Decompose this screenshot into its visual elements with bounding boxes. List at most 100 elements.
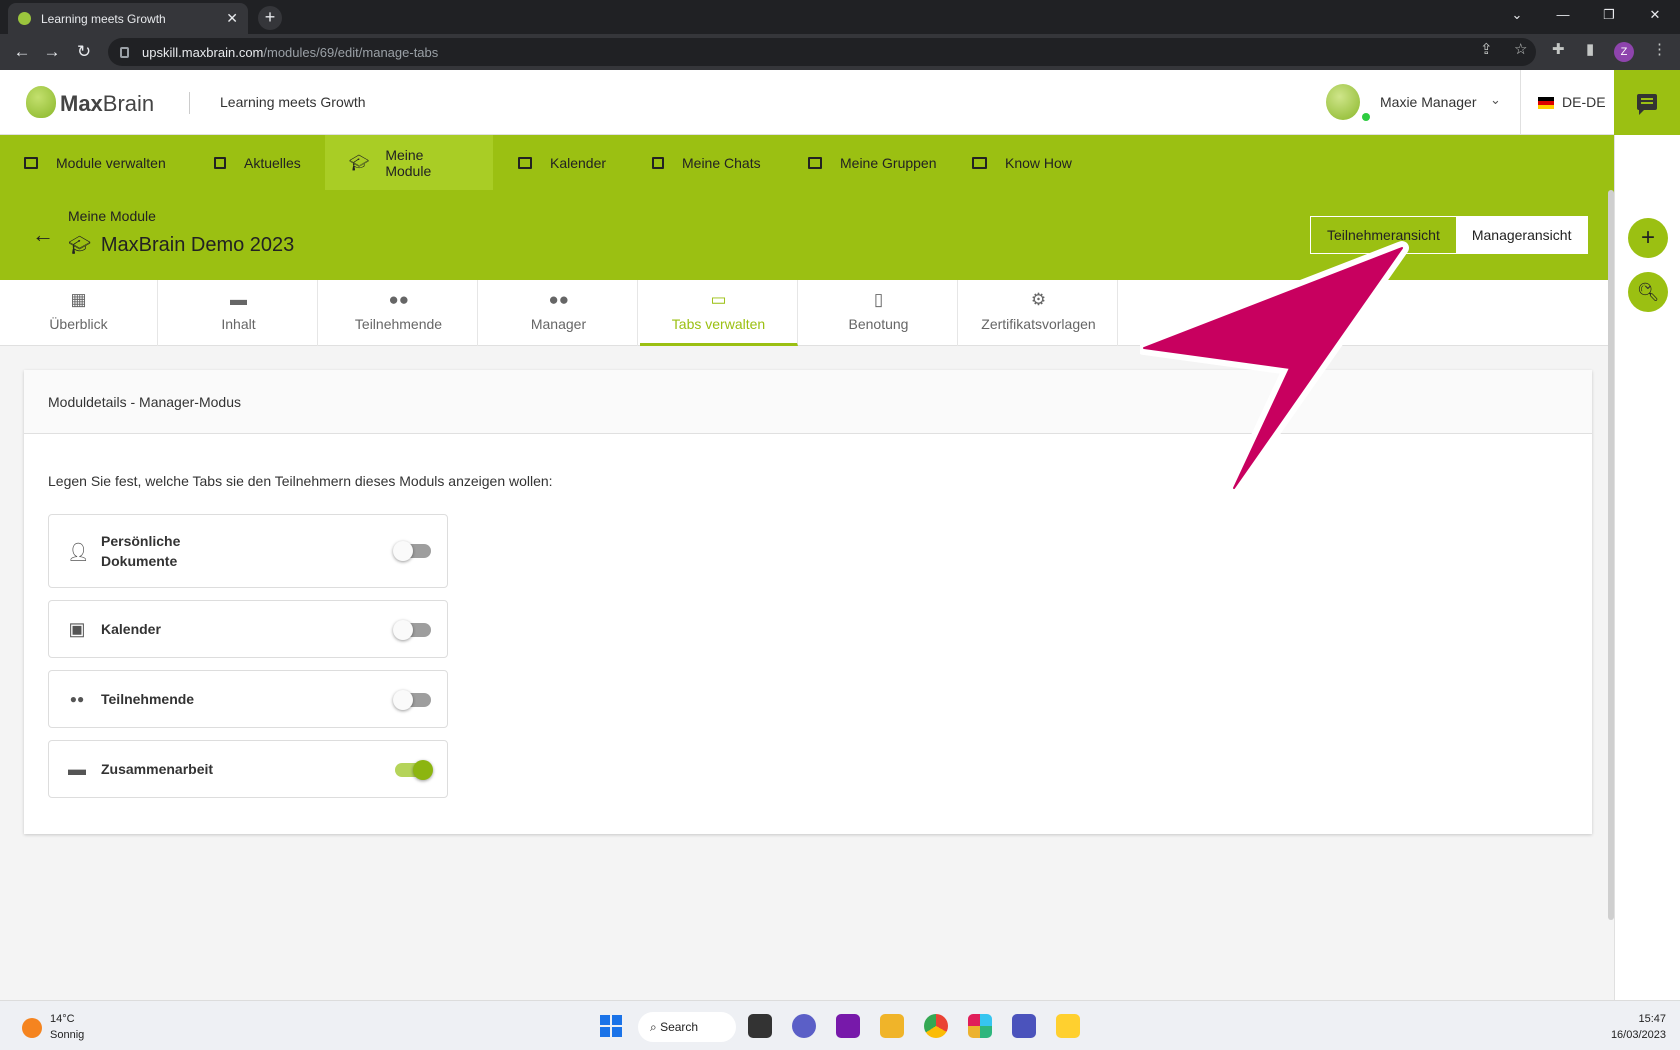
divider (1520, 70, 1521, 135)
toggle-row-teilnehmende: ●● Teilnehmende (48, 670, 448, 728)
chevron-down-icon[interactable]: ⌄ (1642, 276, 1654, 293)
app-header: MaxBrain Learning meets Growth Maxie Man… (0, 70, 1614, 135)
extensions-icon[interactable]: ✚ (1552, 40, 1565, 58)
browser-tab-strip: Learning meets Growth ✕ + ⌄ — ❐ ✕ (0, 0, 1680, 34)
tabs-icon: ▭ (710, 290, 727, 309)
language-selector[interactable]: DE-DE (1562, 94, 1606, 110)
forward-icon[interactable]: → (40, 40, 64, 64)
toggle-switch[interactable] (393, 620, 431, 640)
chat-icon (1637, 94, 1657, 115)
brain-logo-icon[interactable] (26, 86, 56, 118)
miro-icon[interactable] (1056, 1014, 1080, 1038)
online-status-dot (1362, 113, 1370, 121)
url-path: /modules/69/edit/manage-tabs (263, 44, 439, 60)
system-clock[interactable]: 15:47 16/03/2023 (1602, 1011, 1666, 1043)
nav-item-aktuelles[interactable]: Aktuelles (214, 135, 301, 190)
manager-icon: ●● (548, 290, 570, 309)
bookmark-star-icon[interactable]: ☆ (1514, 40, 1527, 58)
share-icon[interactable]: ⇪ (1480, 40, 1493, 58)
nav-item-module-verwalten[interactable]: Module verwalten (24, 135, 186, 190)
restore-icon[interactable]: ❐ (1586, 0, 1632, 30)
toggle-switch[interactable] (395, 760, 433, 780)
chat-button[interactable] (1614, 70, 1680, 135)
book-icon (972, 156, 987, 169)
tab-tabs-verwalten[interactable]: ▭ Tabs verwalten (640, 280, 798, 346)
certificate-icon: ⚙ (1030, 290, 1047, 309)
toggle-row-kalender: ▣ Kalender (48, 600, 448, 658)
lock-icon (120, 46, 129, 58)
browser-tab[interactable]: Learning meets Growth ✕ (8, 3, 248, 34)
user-menu[interactable]: Maxie Manager (1380, 94, 1477, 110)
tagline: Learning meets Growth (220, 94, 366, 110)
menu-icon[interactable]: ⋮ (1652, 40, 1667, 58)
card-intro-text: Legen Sie fest, welche Tabs sie den Teil… (48, 473, 553, 489)
chevron-down-icon[interactable]: ⌄ (1490, 92, 1501, 108)
tab-manager[interactable]: ●● Manager (480, 280, 638, 346)
german-flag-icon[interactable] (1538, 97, 1554, 109)
main-navigation: Module verwalten Aktuelles 🎓︎ Meine Modu… (0, 135, 1614, 190)
logo-text[interactable]: MaxBrain (60, 91, 154, 117)
tab-teilnehmende[interactable]: ●● Teilnehmende (320, 280, 478, 346)
teams-icon[interactable] (1012, 1014, 1036, 1038)
task-view-icon[interactable] (748, 1014, 772, 1038)
groups-icon (808, 156, 822, 169)
minimize-icon[interactable]: — (1540, 0, 1586, 30)
toggle-row-persoenliche-dokumente: 👤︎ Persönliche Dokumente (48, 514, 448, 588)
close-tab-icon[interactable]: ✕ (226, 10, 238, 27)
toggle-row-zusammenarbeit: ▬ Zusammenarbeit (48, 740, 448, 798)
nav-item-know-how[interactable]: Know How (972, 135, 1072, 190)
profile-avatar[interactable]: Z (1614, 42, 1634, 62)
side-panel-icon[interactable]: ▮ (1586, 40, 1594, 58)
toggle-knob (393, 620, 413, 640)
scrollbar[interactable] (1608, 190, 1614, 920)
taskbar-search[interactable]: ⌕ Search (638, 1012, 736, 1042)
nav-item-kalender[interactable]: Kalender (518, 135, 606, 190)
shared-folder-icon: ▬ (68, 759, 86, 779)
grade-icon: ▯ (873, 290, 884, 309)
chrome-icon[interactable] (924, 1014, 948, 1038)
close-window-icon[interactable]: ✕ (1632, 0, 1678, 30)
nav-item-meine-gruppen[interactable]: Meine Gruppen (808, 135, 937, 190)
weather-widget[interactable]: 14°C Sonnig (50, 1011, 84, 1043)
tab-search-icon[interactable]: ⌄ (1494, 0, 1540, 30)
url-host: upskill.maxbrain.com (142, 44, 264, 60)
tab-ueberblick[interactable]: ▦ Überblick (0, 280, 158, 346)
file-explorer-icon[interactable] (880, 1014, 904, 1038)
browser-toolbar: ← → ↻ upskill.maxbrain.com /modules/69/e… (0, 34, 1680, 70)
module-icon (24, 156, 38, 169)
address-bar[interactable]: upskill.maxbrain.com /modules/69/edit/ma… (108, 38, 1536, 66)
breadcrumb[interactable]: Meine Module (68, 208, 156, 224)
onenote-icon[interactable] (836, 1014, 860, 1038)
toggle-label: Zusammenarbeit (101, 761, 214, 777)
slack-icon[interactable] (968, 1014, 992, 1038)
toggle-label: Teilnehmende (101, 691, 195, 707)
chat-inbox-icon (652, 156, 664, 169)
taskbar: 14°C Sonnig ⌕ Search 15:47 16/03/2023 (0, 1000, 1680, 1050)
graduation-cap-icon: 🎓︎ (68, 235, 91, 255)
tab-zertifikatsvorlagen[interactable]: ⚙ Zertifikatsvorlagen (960, 280, 1118, 346)
nav-item-meine-chats[interactable]: Meine Chats (652, 135, 761, 190)
back-icon[interactable]: ← (10, 40, 34, 64)
reload-icon[interactable]: ↻ (72, 40, 96, 64)
personal-documents-icon: 👤︎ (67, 542, 90, 562)
avatar[interactable] (1326, 84, 1360, 120)
new-tab-button[interactable]: + (258, 6, 282, 30)
page-title: 🎓︎ MaxBrain Demo 2023 (68, 234, 295, 256)
windows-start-icon[interactable] (600, 1015, 622, 1037)
toggle-switch[interactable] (393, 690, 431, 710)
tab-inhalt[interactable]: ▬ Inhalt (160, 280, 318, 346)
calendar-icon: ▣ (68, 619, 86, 639)
toggle-knob (393, 690, 413, 710)
right-rail (1614, 70, 1680, 1000)
divider (189, 92, 190, 114)
toggle-knob (393, 541, 413, 561)
weather-sun-icon[interactable] (22, 1018, 42, 1038)
tab-benotung[interactable]: ▯ Benotung (800, 280, 958, 346)
manager-view-button[interactable]: Manageransicht (1455, 217, 1588, 253)
news-icon (214, 156, 226, 169)
back-arrow-icon[interactable]: ← (32, 222, 54, 248)
add-button[interactable]: + (1628, 218, 1668, 258)
teams-chat-icon[interactable] (792, 1014, 816, 1038)
toggle-switch[interactable] (393, 541, 431, 561)
nav-item-meine-module[interactable]: 🎓︎ Meine Module (325, 135, 493, 190)
